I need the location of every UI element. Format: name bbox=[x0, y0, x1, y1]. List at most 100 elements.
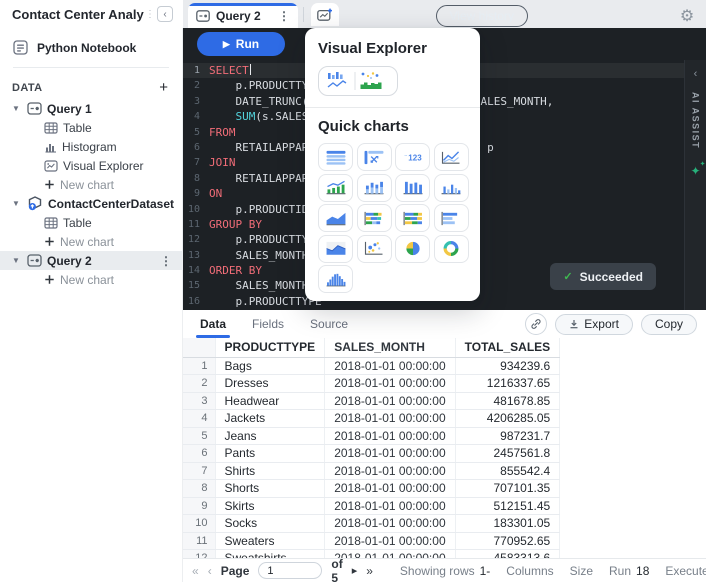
first-page-icon[interactable]: « bbox=[192, 564, 199, 578]
col-sales-month[interactable]: SALES_MONTH bbox=[325, 338, 455, 357]
line-number: 16 bbox=[183, 294, 209, 309]
chevron-down-icon[interactable]: ▼ bbox=[10, 199, 22, 208]
row-number: 7 bbox=[183, 462, 215, 480]
page-of-label: of 5 bbox=[331, 557, 342, 582]
chevron-down-icon[interactable]: ▼ bbox=[10, 104, 22, 113]
table-row[interactable]: 5Jeans2018-01-01 00:00:00987231.7 bbox=[183, 427, 560, 445]
page-input[interactable] bbox=[258, 562, 322, 579]
table-row[interactable]: 1Bags2018-01-01 00:00:00934239.6 bbox=[183, 357, 560, 375]
visual-explorer-preview-icon bbox=[324, 70, 392, 92]
sidebar-item-python-notebook[interactable]: Python Notebook bbox=[0, 28, 182, 65]
single-value-chart-button[interactable]: ~123 bbox=[395, 143, 430, 171]
data-section-header: DATA + bbox=[0, 76, 182, 99]
donut-chart-button[interactable] bbox=[434, 235, 469, 263]
export-button[interactable]: Export bbox=[555, 314, 633, 335]
sidebar-item-query-1[interactable]: ▼Query 1 bbox=[0, 99, 182, 118]
pie-chart-button[interactable] bbox=[395, 235, 430, 263]
column-small-chart-button[interactable] bbox=[434, 174, 469, 202]
line-number: 12 bbox=[183, 232, 209, 247]
item-label: Histogram bbox=[62, 140, 182, 154]
results-table: PRODUCTTYPE SALES_MONTH TOTAL_SALES 1Bag… bbox=[183, 338, 560, 558]
cell-sales-month: 2018-01-01 00:00:00 bbox=[325, 532, 455, 550]
combo-chart-button[interactable] bbox=[318, 174, 353, 202]
table-row[interactable]: 8Shorts2018-01-01 00:00:00707101.35 bbox=[183, 480, 560, 498]
stacked-column-chart-button[interactable] bbox=[357, 174, 392, 202]
pivot-chart-button[interactable] bbox=[357, 143, 392, 171]
column-chart-button[interactable] bbox=[395, 174, 430, 202]
line-number: 6 bbox=[183, 140, 209, 155]
cell-sales-month: 2018-01-01 00:00:00 bbox=[325, 480, 455, 498]
sidebar-item-contactcenterdataset[interactable]: ▼ContactCenterDataset bbox=[0, 194, 182, 213]
run-button[interactable]: ▶ Run bbox=[197, 32, 285, 56]
line-number: 15 bbox=[183, 278, 209, 293]
item-menu-icon[interactable]: ⋮ bbox=[160, 255, 172, 267]
row-number: 3 bbox=[183, 392, 215, 410]
row-number: 11 bbox=[183, 532, 215, 550]
svg-text:123: 123 bbox=[408, 153, 422, 162]
last-page-icon[interactable]: » bbox=[366, 564, 373, 578]
table-row[interactable]: 7Shirts2018-01-01 00:00:00855542.4 bbox=[183, 462, 560, 480]
prev-page-icon[interactable]: ‹ bbox=[208, 564, 212, 578]
stacked-bar-100-chart-button[interactable] bbox=[395, 204, 430, 232]
sidebar-item-query-1-histogram[interactable]: Histogram bbox=[0, 137, 182, 156]
table-row[interactable]: 2Dresses2018-01-01 00:00:001216337.65 bbox=[183, 375, 560, 393]
tab-query-2[interactable]: Query 2 ⋮ bbox=[188, 3, 298, 28]
active-tab-indicator bbox=[188, 3, 298, 6]
bar-chart-button[interactable] bbox=[434, 204, 469, 232]
histogram-chart-button[interactable] bbox=[318, 265, 353, 293]
cell-producttype: Skirts bbox=[215, 497, 325, 515]
cell-sales-month: 2018-01-01 00:00:00 bbox=[325, 462, 455, 480]
cell-sales-month: 2018-01-01 00:00:00 bbox=[325, 410, 455, 428]
sidebar-item-contactcenterdataset-table[interactable]: Table bbox=[0, 213, 182, 232]
expand-panel-icon[interactable]: ‹ bbox=[694, 68, 698, 80]
row-number: 2 bbox=[183, 375, 215, 393]
sidebar-item-contactcenterdataset-new-chart[interactable]: New chart bbox=[0, 232, 182, 251]
cell-total-sales: 770952.65 bbox=[455, 532, 560, 550]
sql-cell-icon bbox=[196, 10, 210, 22]
cell-sales-month: 2018-01-01 00:00:00 bbox=[325, 550, 455, 559]
tab-fields[interactable]: Fields bbox=[252, 311, 284, 338]
code-text: ORDER BY bbox=[209, 263, 262, 278]
col-total-sales[interactable]: TOTAL_SALES bbox=[455, 338, 560, 357]
settings-gear-icon[interactable]: ⚙ bbox=[675, 4, 699, 28]
col-producttype[interactable]: PRODUCTTYPE bbox=[215, 338, 325, 357]
ai-assist-rail[interactable]: ‹ AI ASSIST ✦✦ bbox=[684, 60, 706, 310]
sidebar-item-query-2-new-chart[interactable]: New chart bbox=[0, 270, 182, 289]
table-row[interactable]: 4Jackets2018-01-01 00:00:004206285.05 bbox=[183, 410, 560, 428]
play-icon: ▶ bbox=[223, 39, 230, 50]
area-chart-button[interactable] bbox=[318, 204, 353, 232]
view-history-button[interactable]: View history bbox=[436, 5, 528, 27]
area-alt-chart-button[interactable] bbox=[318, 235, 353, 263]
share-link-button[interactable] bbox=[525, 313, 547, 335]
next-page-icon[interactable]: ▸ bbox=[352, 564, 358, 577]
sidebar-divider bbox=[13, 67, 169, 68]
stat-label: Size bbox=[570, 564, 593, 578]
line-chart-button[interactable] bbox=[434, 143, 469, 171]
copy-button[interactable]: Copy bbox=[641, 314, 697, 335]
tab-data[interactable]: Data bbox=[200, 311, 226, 338]
stat-label: Showing rows bbox=[400, 564, 475, 578]
table-row[interactable]: 6Pants2018-01-01 00:00:002457561.8 bbox=[183, 445, 560, 463]
add-data-button[interactable]: + bbox=[159, 80, 168, 95]
add-chart-tab-button[interactable] bbox=[311, 3, 339, 26]
sidebar-collapse-button[interactable]: ⋮ ‹ bbox=[145, 6, 173, 22]
table-row[interactable]: 9Skirts2018-01-01 00:00:00512151.45 bbox=[183, 497, 560, 515]
tab-menu-icon[interactable]: ⋮ bbox=[278, 10, 290, 22]
table-row[interactable]: 12Sweatshirts2018-01-01 00:00:004583313.… bbox=[183, 550, 560, 559]
table-row[interactable]: 3Headwear2018-01-01 00:00:00481678.85 bbox=[183, 392, 560, 410]
stat-label: Executed bbox=[665, 564, 706, 578]
sidebar-item-query-2[interactable]: ▼Query 2⋮ bbox=[0, 251, 182, 270]
table-chart-button[interactable] bbox=[318, 143, 353, 171]
stacked-bar-chart-button[interactable] bbox=[357, 204, 392, 232]
chevron-down-icon[interactable]: ▼ bbox=[10, 256, 22, 265]
visual-explorer-button[interactable] bbox=[318, 66, 398, 96]
table-row[interactable]: 11Sweaters2018-01-01 00:00:00770952.65 bbox=[183, 532, 560, 550]
sidebar-item-query-1-visual-explorer[interactable]: Visual Explorer bbox=[0, 156, 182, 175]
item-label: New chart bbox=[60, 178, 182, 192]
table-row[interactable]: 10Socks2018-01-01 00:00:00183301.05 bbox=[183, 515, 560, 533]
sidebar-item-query-1-new-chart[interactable]: New chart bbox=[0, 175, 182, 194]
tab-source[interactable]: Source bbox=[310, 311, 348, 338]
scatter-chart-button[interactable] bbox=[357, 235, 392, 263]
results-panel: Data Fields Source Export Copy PRODUCTTY… bbox=[183, 310, 706, 558]
sidebar-item-query-1-table[interactable]: Table bbox=[0, 118, 182, 137]
